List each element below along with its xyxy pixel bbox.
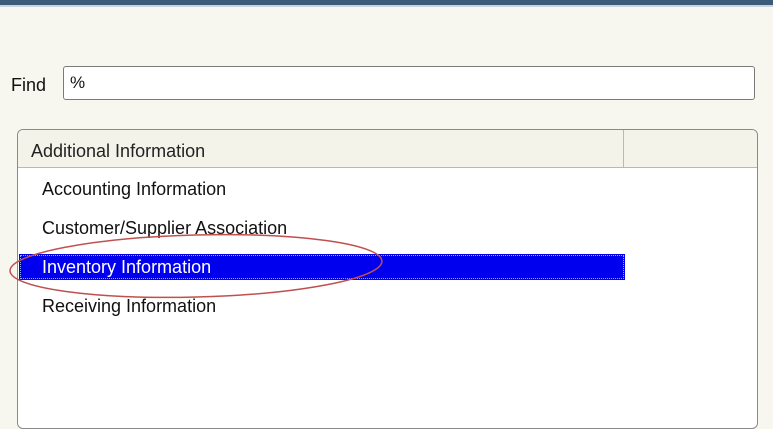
find-label: Find [11, 75, 47, 95]
column-header-additional-information[interactable]: Additional Information [18, 130, 624, 167]
list-header: Additional Information [18, 130, 757, 168]
list-item-customer-supplier-association[interactable]: Customer/Supplier Association [19, 215, 625, 241]
additional-information-list: Additional Information Accounting Inform… [17, 129, 758, 429]
list-item-receiving-information[interactable]: Receiving Information [19, 293, 625, 319]
find-input[interactable] [63, 66, 755, 100]
window-top-border-shade [0, 5, 773, 7]
list-item-accounting-information[interactable]: Accounting Information [19, 176, 625, 202]
list-item-inventory-information[interactable]: Inventory Information [19, 254, 625, 280]
column-header-empty[interactable] [624, 130, 757, 167]
